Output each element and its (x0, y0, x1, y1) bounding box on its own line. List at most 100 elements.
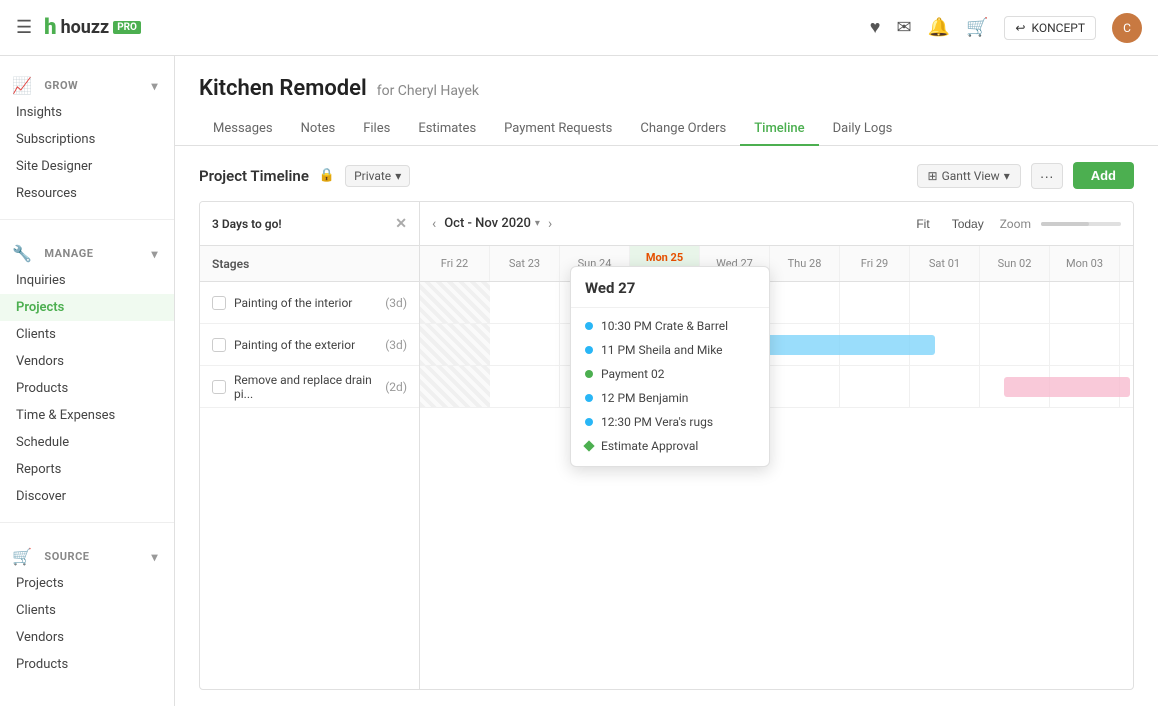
sidebar-item-schedule[interactable]: Schedule (0, 429, 174, 456)
gantt-container: 3 Days to go! ✕ ‹ Oct - Nov 2020 ▾ › Fit… (199, 201, 1134, 690)
tab-notes[interactable]: Notes (287, 113, 350, 146)
sidebar-item-projects[interactable]: Projects (0, 294, 174, 321)
tab-daily-logs[interactable]: Daily Logs (819, 113, 907, 146)
sidebar-section-manage-header[interactable]: 🔧 MANAGE ▾ (0, 240, 174, 267)
tab-change-orders[interactable]: Change Orders (626, 113, 740, 146)
logo[interactable]: h houzz PRO (44, 15, 141, 40)
zoom-slider[interactable] (1041, 222, 1121, 226)
koncept-button[interactable]: ↩ KONCEPT (1004, 16, 1096, 40)
content-area: Kitchen Remodel for Cheryl Hayek Message… (175, 56, 1158, 706)
date-range-chevron-icon: ▾ (535, 218, 540, 229)
sidebar-item-site-designer[interactable]: Site Designer (0, 153, 174, 180)
bell-icon[interactable]: 🔔 (928, 17, 950, 38)
stage-checkbox-3[interactable] (212, 380, 226, 394)
manage-chevron-icon: ▾ (151, 247, 158, 261)
gantt-cell (770, 366, 840, 407)
list-item: 10:30 PM Crate & Barrel (571, 314, 769, 338)
table-row: Painting of the interior (3d) (200, 282, 419, 324)
cart-icon[interactable]: 🛒 (966, 17, 988, 38)
list-item: 12 PM Benjamin (571, 386, 769, 410)
gantt-cell (910, 282, 980, 323)
popup-dot-icon (585, 346, 593, 354)
zoom-label: Zoom (1000, 217, 1031, 231)
stage-checkbox-1[interactable] (212, 296, 226, 310)
fit-button[interactable]: Fit (910, 215, 935, 233)
date-col-thu28: Thu 28 (770, 246, 840, 281)
sidebar-item-products[interactable]: Products (0, 375, 174, 402)
sidebar-item-source-clients[interactable]: Clients (0, 597, 174, 624)
gantt-row-2 (420, 324, 1133, 366)
sidebar-item-source-products[interactable]: Products (0, 651, 174, 678)
mail-icon[interactable]: ✉ (896, 17, 911, 38)
manage-label: MANAGE (44, 247, 93, 260)
stage-checkbox-2[interactable] (212, 338, 226, 352)
stage-name-3: Remove and replace drain pi... (234, 373, 377, 401)
project-title-row: Kitchen Remodel for Cheryl Hayek (199, 76, 1134, 101)
date-col-fri22: Fri 22 (420, 246, 490, 281)
gantt-date-nav: ‹ Oct - Nov 2020 ▾ › (420, 202, 898, 245)
main-layout: 📈 GROW ▾ Insights Subscriptions Site Des… (0, 56, 1158, 706)
next-date-button[interactable]: › (548, 216, 552, 232)
gantt-top-bar: 3 Days to go! ✕ ‹ Oct - Nov 2020 ▾ › Fit… (200, 202, 1133, 246)
gantt-cell (1120, 282, 1133, 323)
tab-estimates[interactable]: Estimates (404, 113, 490, 146)
private-chevron-icon: ▾ (395, 169, 401, 183)
gantt-cell (980, 324, 1050, 365)
source-chevron-icon: ▾ (151, 550, 158, 564)
private-button[interactable]: Private ▾ (345, 165, 410, 187)
sidebar-item-clients[interactable]: Clients (0, 321, 174, 348)
heart-icon[interactable]: ♥ (870, 17, 881, 38)
sidebar: 📈 GROW ▾ Insights Subscriptions Site Des… (0, 56, 175, 706)
popup-dot-icon (585, 370, 593, 378)
sidebar-item-reports[interactable]: Reports (0, 456, 174, 483)
table-row: Painting of the exterior (3d) (200, 324, 419, 366)
tab-timeline[interactable]: Timeline (740, 113, 818, 146)
list-item: 12:30 PM Vera's rugs (571, 410, 769, 434)
prev-date-button[interactable]: ‹ (432, 216, 436, 232)
timeline-toolbar: Project Timeline 🔒 Private ▾ ⊞ Gantt Vie… (199, 162, 1134, 189)
logo-h-icon: h (44, 15, 56, 40)
tab-files[interactable]: Files (349, 113, 404, 146)
tab-messages[interactable]: Messages (199, 113, 287, 146)
project-name: Kitchen Remodel (199, 76, 367, 101)
sidebar-section-grow-header[interactable]: 📈 GROW ▾ (0, 72, 174, 99)
sidebar-item-resources[interactable]: Resources (0, 180, 174, 207)
gantt-rows-area (420, 282, 1133, 408)
sidebar-divider-1 (0, 219, 174, 220)
hatch-1 (420, 282, 490, 323)
koncept-label: KONCEPT (1031, 21, 1085, 35)
add-button[interactable]: Add (1073, 162, 1134, 189)
sidebar-item-source-vendors[interactable]: Vendors (0, 624, 174, 651)
avatar[interactable]: C (1112, 13, 1142, 43)
hamburger-icon[interactable]: ☰ (16, 17, 32, 38)
sidebar-item-time-expenses[interactable]: Time & Expenses (0, 402, 174, 429)
sidebar-item-vendors[interactable]: Vendors (0, 348, 174, 375)
popup-item-text: 10:30 PM Crate & Barrel (601, 319, 728, 333)
popup-item-text: 12 PM Benjamin (601, 391, 688, 405)
more-options-button[interactable]: ··· (1031, 163, 1063, 189)
gantt-view-button[interactable]: ⊞ Gantt View ▾ (917, 164, 1021, 188)
tab-payment-requests[interactable]: Payment Requests (490, 113, 626, 146)
close-days-badge-button[interactable]: ✕ (395, 216, 407, 232)
sidebar-item-subscriptions[interactable]: Subscriptions (0, 126, 174, 153)
today-button[interactable]: Today (946, 215, 990, 233)
sidebar-item-inquiries[interactable]: Inquiries (0, 267, 174, 294)
date-range[interactable]: Oct - Nov 2020 ▾ (444, 216, 540, 231)
stage-duration-3: (2d) (385, 380, 407, 394)
sidebar-item-discover[interactable]: Discover (0, 483, 174, 510)
popup-wed27[interactable]: Wed 27 10:30 PM Crate & Barrel 11 PM She… (570, 266, 770, 467)
sidebar-item-source-projects[interactable]: Projects (0, 570, 174, 597)
gantt-cell (490, 324, 560, 365)
gantt-cell (1120, 324, 1133, 365)
sidebar-item-insights[interactable]: Insights (0, 99, 174, 126)
task-bar-3[interactable] (1004, 377, 1130, 397)
gantt-cell (840, 282, 910, 323)
gantt-view-label: Gantt View (942, 169, 1000, 183)
popup-dot-icon (585, 418, 593, 426)
gantt-right-controls: Fit Today Zoom (898, 215, 1133, 233)
popup-dot-icon (585, 322, 593, 330)
lock-icon: 🔒 (319, 168, 335, 183)
grow-icon: 📈 (12, 76, 32, 95)
sidebar-section-source-header[interactable]: 🛒 SOURCE ▾ (0, 543, 174, 570)
gantt-row-3 (420, 366, 1133, 408)
